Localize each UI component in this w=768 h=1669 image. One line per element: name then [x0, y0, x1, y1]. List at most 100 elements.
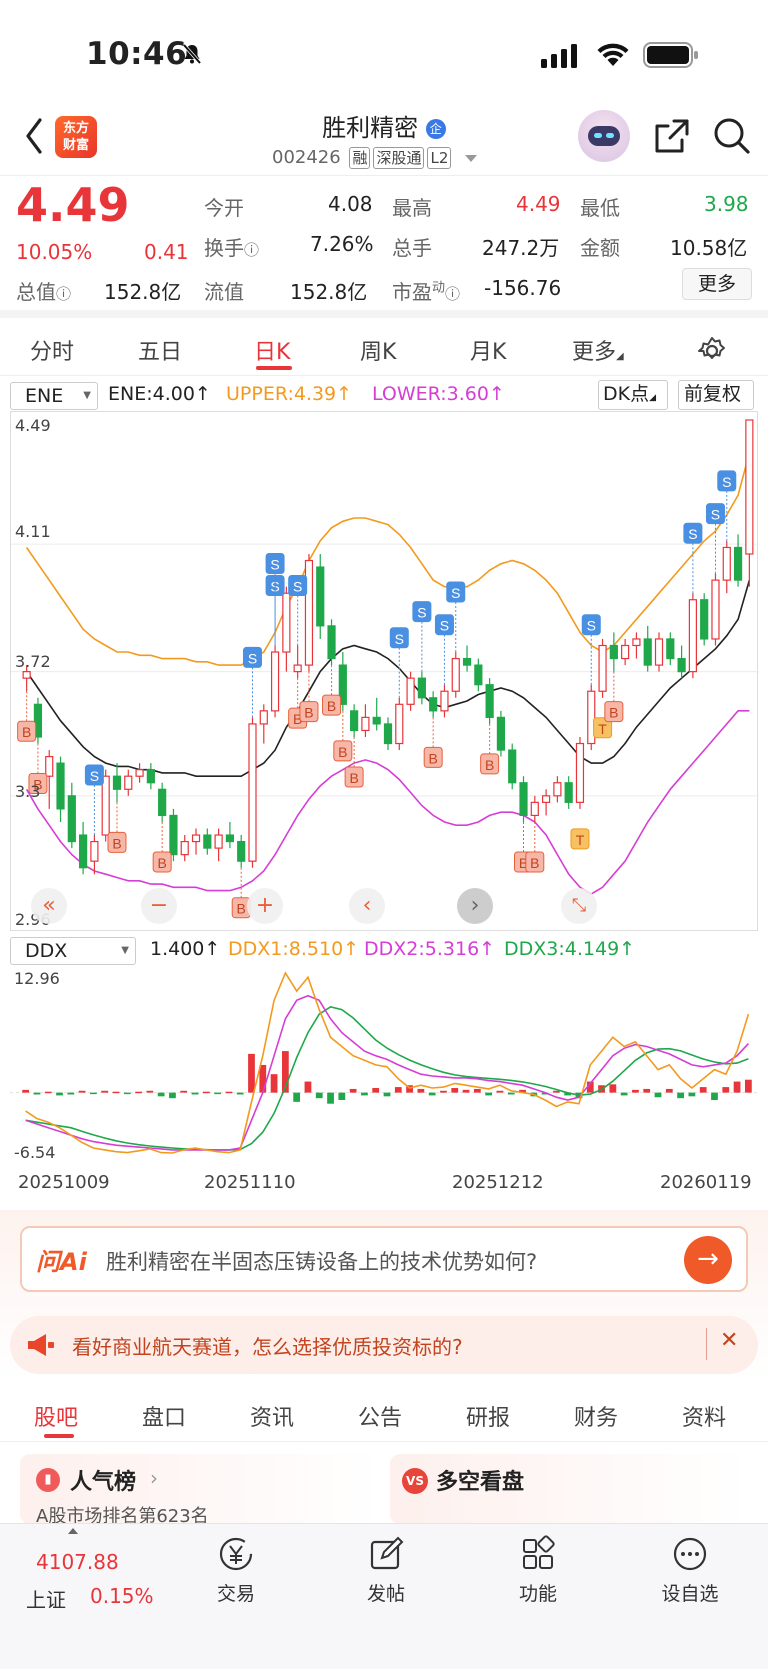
assistant-avatar[interactable]: [578, 110, 630, 162]
lower-value: LOWER:3.60↑: [372, 383, 505, 405]
ddx-bar: [191, 1092, 199, 1095]
ddx-bar: [711, 1092, 718, 1101]
active-tab-indicator: [44, 1434, 74, 1438]
tab-profile[interactable]: 资料: [682, 1400, 726, 1432]
tab-research[interactable]: 研报: [466, 1400, 510, 1432]
expand-up-icon[interactable]: [68, 1528, 78, 1534]
ddx-axis-min: -6.54: [14, 1143, 56, 1162]
function-button[interactable]: 功能: [508, 1524, 568, 1606]
ddx2-value: DDX2:5.316↑: [364, 938, 496, 960]
tab-news[interactable]: 资讯: [250, 1400, 294, 1432]
long-short-card[interactable]: VS 多空看盘: [390, 1454, 748, 1524]
pe-label: 市盈动ⓘ: [392, 280, 461, 304]
ddx-bar: [56, 1092, 63, 1096]
tab-announcements[interactable]: 公告: [358, 1400, 402, 1432]
signal-label: B: [237, 901, 246, 917]
scroll-first-icon[interactable]: «: [31, 888, 67, 924]
ddx-bar: [744, 1079, 752, 1093]
ddx-bar: [33, 1092, 41, 1095]
dk-point-button[interactable]: DK点◢: [598, 380, 668, 410]
scroll-left-icon[interactable]: ‹: [349, 888, 385, 924]
signal-icon: [541, 44, 577, 68]
ddx-bar: [22, 1089, 30, 1093]
scroll-right-icon[interactable]: ›: [457, 888, 493, 924]
upper-band-line: [25, 452, 751, 666]
ddx-bar: [304, 1081, 312, 1093]
sub-indicator-select[interactable]: DDX ▼: [10, 937, 136, 965]
ai-question[interactable]: 胜利精密在半固态压铸设备上的技术优势如何?: [106, 1246, 537, 1276]
tab-guba[interactable]: 股吧: [34, 1400, 78, 1432]
zoom-in-icon[interactable]: +: [247, 888, 283, 924]
adjust-button[interactable]: 前复权: [678, 380, 754, 410]
close-icon[interactable]: ✕: [720, 1328, 738, 1353]
date-label-1: 20251009: [18, 1172, 110, 1193]
tab-monthly-k[interactable]: 月K: [470, 334, 506, 366]
ddx-bar: [236, 1092, 244, 1095]
main-indicator-select[interactable]: ENE ▼: [10, 382, 98, 410]
fullscreen-icon[interactable]: ⤡: [561, 888, 597, 924]
ddx-axis-max: 12.96: [14, 969, 60, 988]
signal-label: B: [157, 855, 166, 871]
add-watchlist-button[interactable]: 设自选: [652, 1524, 728, 1606]
candle-body: [316, 566, 325, 627]
ddx-bar: [101, 1090, 109, 1093]
ai-submit-arrow-icon[interactable]: →: [684, 1236, 732, 1284]
dropdown-arrow-icon: [465, 154, 478, 162]
promo-banner[interactable]: 看好商业航天赛道，怎么选择优质投资标的? ✕: [10, 1316, 758, 1374]
ddx3-value: DDX3:4.149↑: [504, 938, 636, 960]
trade-button[interactable]: 交易: [206, 1524, 266, 1606]
zoom-out-icon[interactable]: −: [141, 888, 177, 924]
share-icon[interactable]: [652, 116, 692, 156]
tab-pankou[interactable]: 盘口: [142, 1400, 186, 1432]
ddx-bar: [552, 1090, 560, 1093]
candle-body: [462, 657, 472, 666]
tab-finance[interactable]: 财务: [574, 1400, 618, 1432]
ddx-bar: [496, 1090, 504, 1093]
settings-gear-icon[interactable]: [697, 336, 727, 366]
candle-body: [553, 782, 562, 797]
ddx-bar: [609, 1084, 617, 1093]
signal-label: B: [22, 724, 31, 740]
ddx-bar: [620, 1092, 628, 1096]
tag-connect: 深股通: [373, 147, 425, 169]
signal-label: B: [530, 855, 539, 871]
signal-label: B: [349, 770, 358, 786]
ai-logo: 问Ai: [36, 1248, 87, 1276]
kline-chart[interactable]: BBSBBBSSSSB B BBBSSBSSBB BTSTBSSS: [11, 412, 759, 932]
promo-text: 看好商业航天赛道，怎么选择优质投资标的?: [72, 1335, 463, 1359]
candle-body: [112, 775, 122, 790]
tab-five-day[interactable]: 五日: [138, 334, 182, 366]
candle-body: [632, 638, 641, 647]
candle-body: [270, 651, 280, 712]
stock-code-row[interactable]: 002426 融深股通 L2: [272, 147, 478, 169]
candle-body: [688, 599, 697, 673]
more-button[interactable]: 更多: [682, 268, 752, 300]
index-value[interactable]: 4107.88: [36, 1550, 119, 1574]
price-axis-2: 4.11: [15, 522, 51, 541]
search-icon[interactable]: [712, 116, 752, 156]
ddx-chart[interactable]: [10, 963, 758, 1163]
kline-chart-area[interactable]: BBSBBBSSSSBBBBBSSBSSBBBTSTBSSS 4.49 4.11…: [10, 411, 759, 932]
popularity-card[interactable]: ▮ 人气榜 › A股市场排名第623名: [20, 1454, 380, 1527]
ddx3-line: [25, 1005, 749, 1151]
candle-body: [101, 775, 110, 836]
low-label: 最低: [580, 196, 620, 220]
tab-intraday[interactable]: 分时: [30, 334, 74, 366]
candle-body: [124, 775, 133, 790]
tab-weekly-k[interactable]: 周K: [360, 334, 396, 366]
candle-body: [722, 546, 731, 581]
candle-body: [293, 664, 302, 673]
candle-body: [327, 625, 336, 660]
ddx-bar: [462, 1089, 470, 1093]
post-button[interactable]: 发帖: [356, 1524, 416, 1606]
tab-daily-k[interactable]: 日K: [254, 334, 290, 366]
signal-label: S: [90, 768, 99, 784]
long-short-title: 多空看盘: [436, 1470, 525, 1495]
tab-more[interactable]: 更多◢: [572, 334, 624, 366]
candle-body: [237, 840, 246, 862]
signal-label: B: [338, 744, 347, 760]
ddx-chart-area[interactable]: 12.96 -6.54: [10, 963, 758, 1163]
ai-ask-box[interactable]: 问Ai 胜利精密在半固态压铸设备上的技术优势如何? →: [20, 1226, 748, 1292]
signal-label: T: [576, 832, 585, 848]
date-label-4: 20260119: [660, 1172, 752, 1193]
